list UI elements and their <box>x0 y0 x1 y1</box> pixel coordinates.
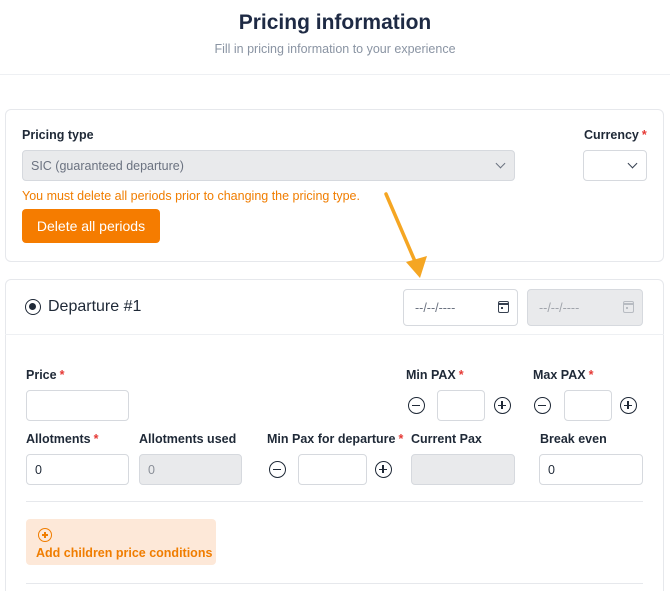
annotation-arrow-icon <box>384 192 427 278</box>
